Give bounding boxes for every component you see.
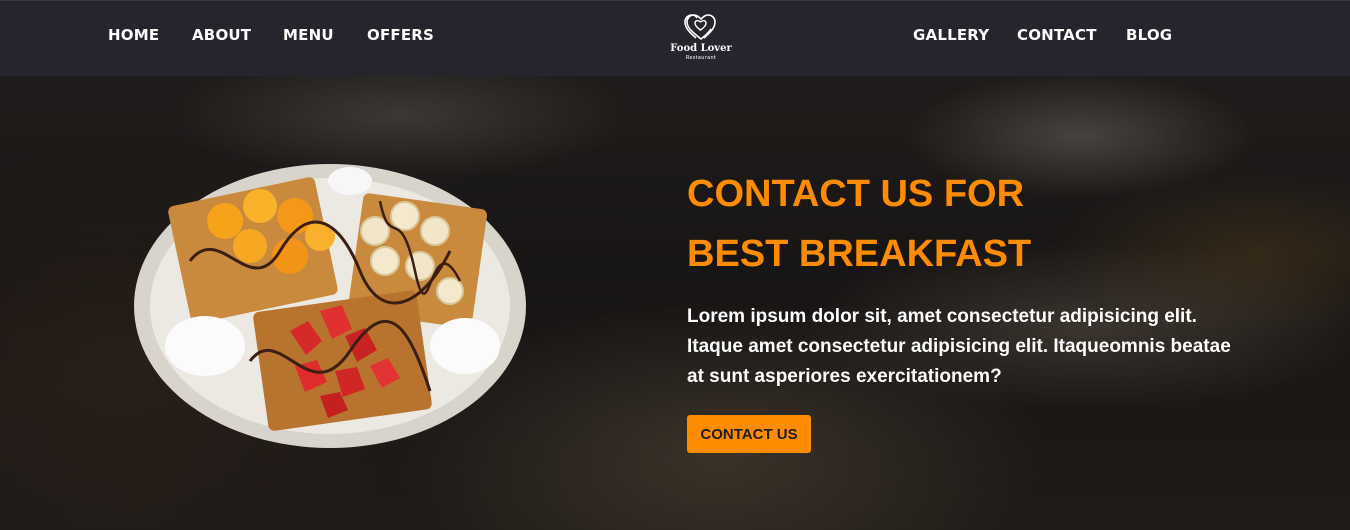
heart-icon [684,14,716,41]
logo-subtitle: Restaurant [685,55,717,61]
nav-link-offers[interactable]: OFFERS [367,26,434,44]
nav-link-home[interactable]: HOME [108,26,159,44]
contact-us-button[interactable]: CONTACT US [687,415,811,453]
hero-title: CONTACT US FOR BEST BREAKFAST [687,164,1247,284]
hero-title-line-2: BEST BREAKFAST [687,233,1032,275]
logo-name: Food Lover [670,43,732,54]
hero-section: CONTACT US FOR BEST BREAKFAST Lorem ipsu… [0,76,1350,530]
waffle-plate-image [134,164,526,448]
nav-link-gallery[interactable]: GALLERY [913,26,989,44]
hero-title-line-1: CONTACT US FOR [687,173,1025,215]
nav-link-blog[interactable]: BLOG [1126,26,1172,44]
navbar: HOME ABOUT MENU OFFERS Food Lover Restau… [0,0,1350,76]
nav-link-about[interactable]: ABOUT [192,26,251,44]
logo[interactable]: Food Lover Restaurant [660,13,742,69]
nav-link-menu[interactable]: MENU [283,26,334,44]
hero-description: Lorem ipsum dolor sit, amet consectetur … [687,306,1231,387]
nav-link-contact[interactable]: CONTACT [1017,26,1097,44]
